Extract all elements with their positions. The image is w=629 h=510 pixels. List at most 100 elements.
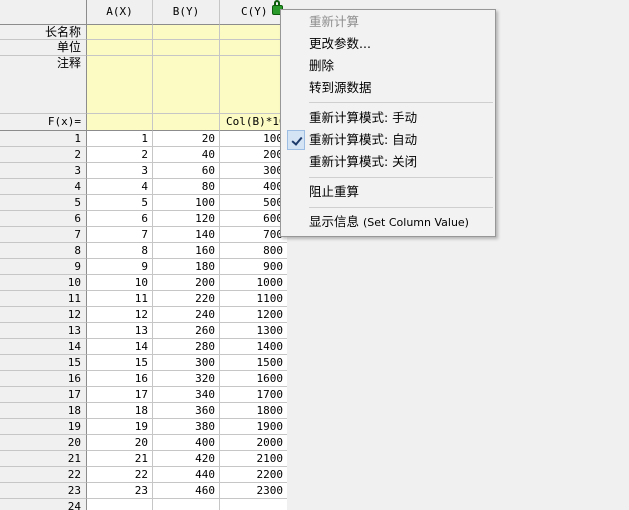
cell-c[interactable]: 1100 <box>220 291 287 307</box>
cell-b[interactable]: 340 <box>153 387 220 403</box>
cell-a[interactable]: 10 <box>87 275 153 291</box>
row-index-cell[interactable]: 1 <box>0 131 87 147</box>
cell-a[interactable]: 15 <box>87 355 153 371</box>
cell-c[interactable]: 900 <box>220 259 287 275</box>
cell-c[interactable]: 700 <box>220 227 287 243</box>
cell-b[interactable]: 300 <box>153 355 220 371</box>
cell-b[interactable]: 320 <box>153 371 220 387</box>
cell-b[interactable]: 180 <box>153 259 220 275</box>
cell-b[interactable] <box>153 499 220 510</box>
cell-c[interactable]: 1400 <box>220 339 287 355</box>
comments-cell-b[interactable] <box>153 56 220 114</box>
row-index-cell[interactable]: 23 <box>0 483 87 499</box>
cell-a[interactable]: 22 <box>87 467 153 483</box>
cell-a[interactable]: 12 <box>87 307 153 323</box>
cell-c[interactable]: 1000 <box>220 275 287 291</box>
row-index-cell[interactable]: 10 <box>0 275 87 291</box>
cell-b[interactable]: 420 <box>153 451 220 467</box>
cell-c[interactable]: 400 <box>220 179 287 195</box>
row-index-cell[interactable]: 22 <box>0 467 87 483</box>
cell-c[interactable]: 1200 <box>220 307 287 323</box>
cell-a[interactable]: 2 <box>87 147 153 163</box>
cell-b[interactable]: 200 <box>153 275 220 291</box>
row-index-cell[interactable]: 13 <box>0 323 87 339</box>
cell-c[interactable]: 2200 <box>220 467 287 483</box>
row-index-cell[interactable]: 7 <box>0 227 87 243</box>
cell-b[interactable]: 360 <box>153 403 220 419</box>
menu-item-block-recalc[interactable]: 阻止重算 <box>281 181 493 203</box>
row-index-cell[interactable]: 8 <box>0 243 87 259</box>
column-header-b[interactable]: B(Y) <box>153 0 220 25</box>
cell-a[interactable]: 17 <box>87 387 153 403</box>
comments-cell-c[interactable] <box>220 56 287 114</box>
row-index-cell[interactable]: 5 <box>0 195 87 211</box>
cell-c[interactable]: 500 <box>220 195 287 211</box>
row-index-cell[interactable]: 18 <box>0 403 87 419</box>
cell-a[interactable]: 23 <box>87 483 153 499</box>
cell-c[interactable]: 800 <box>220 243 287 259</box>
row-index-cell[interactable]: 12 <box>0 307 87 323</box>
row-index-cell[interactable]: 24 <box>0 499 87 510</box>
row-index-cell[interactable]: 19 <box>0 419 87 435</box>
formula-cell-a[interactable] <box>87 114 153 131</box>
cell-b[interactable]: 160 <box>153 243 220 259</box>
row-index-cell[interactable]: 11 <box>0 291 87 307</box>
cell-b[interactable]: 60 <box>153 163 220 179</box>
cell-a[interactable]: 6 <box>87 211 153 227</box>
row-index-cell[interactable]: 2 <box>0 147 87 163</box>
cell-a[interactable]: 11 <box>87 291 153 307</box>
row-index-cell[interactable]: 6 <box>0 211 87 227</box>
cell-c[interactable]: 1800 <box>220 403 287 419</box>
row-index-cell[interactable]: 15 <box>0 355 87 371</box>
cell-b[interactable]: 40 <box>153 147 220 163</box>
cell-c[interactable]: 100 <box>220 131 287 147</box>
cell-b[interactable]: 400 <box>153 435 220 451</box>
cell-a[interactable]: 4 <box>87 179 153 195</box>
menu-item-delete[interactable]: 删除 <box>281 55 493 77</box>
formula-cell-b[interactable] <box>153 114 220 131</box>
cell-c[interactable]: 1700 <box>220 387 287 403</box>
menu-item-mode-off[interactable]: 重新计算模式: 关闭 <box>281 151 493 173</box>
cell-c[interactable]: 1600 <box>220 371 287 387</box>
menu-item-mode-auto[interactable]: 重新计算模式: 自动 <box>281 129 493 151</box>
cell-b[interactable]: 260 <box>153 323 220 339</box>
cell-c[interactable]: 1900 <box>220 419 287 435</box>
units-label[interactable]: 单位 <box>0 40 87 56</box>
long-name-cell-b[interactable] <box>153 25 220 40</box>
comments-label[interactable]: 注释 <box>0 56 87 114</box>
cell-a[interactable] <box>87 499 153 510</box>
cell-c[interactable]: 200 <box>220 147 287 163</box>
cell-a[interactable]: 19 <box>87 419 153 435</box>
long-name-cell-a[interactable] <box>87 25 153 40</box>
cell-b[interactable]: 440 <box>153 467 220 483</box>
cell-c[interactable]: 1300 <box>220 323 287 339</box>
cell-a[interactable]: 5 <box>87 195 153 211</box>
row-index-cell[interactable]: 21 <box>0 451 87 467</box>
cell-c[interactable]: 2300 <box>220 483 287 499</box>
cell-b[interactable]: 100 <box>153 195 220 211</box>
units-cell-c[interactable] <box>220 40 287 56</box>
menu-item-show-info[interactable]: 显示信息 (Set Column Value) <box>281 211 493 233</box>
cell-a[interactable]: 7 <box>87 227 153 243</box>
row-index-cell[interactable]: 17 <box>0 387 87 403</box>
cell-a[interactable]: 14 <box>87 339 153 355</box>
cell-b[interactable]: 80 <box>153 179 220 195</box>
menu-item-goto-source[interactable]: 转到源数据 <box>281 77 493 99</box>
row-index-cell[interactable]: 20 <box>0 435 87 451</box>
cell-a[interactable]: 1 <box>87 131 153 147</box>
comments-cell-a[interactable] <box>87 56 153 114</box>
cell-b[interactable]: 240 <box>153 307 220 323</box>
cell-a[interactable]: 21 <box>87 451 153 467</box>
units-cell-a[interactable] <box>87 40 153 56</box>
cell-a[interactable]: 20 <box>87 435 153 451</box>
row-index-cell[interactable]: 9 <box>0 259 87 275</box>
cell-b[interactable]: 120 <box>153 211 220 227</box>
formula-cell-c[interactable]: Col(B)*10 <box>220 114 287 131</box>
units-cell-b[interactable] <box>153 40 220 56</box>
long-name-cell-c[interactable] <box>220 25 287 40</box>
cell-a[interactable]: 8 <box>87 243 153 259</box>
cell-b[interactable]: 140 <box>153 227 220 243</box>
column-header-c[interactable]: C(Y) <box>220 0 287 25</box>
cell-b[interactable]: 280 <box>153 339 220 355</box>
cell-c[interactable]: 2100 <box>220 451 287 467</box>
